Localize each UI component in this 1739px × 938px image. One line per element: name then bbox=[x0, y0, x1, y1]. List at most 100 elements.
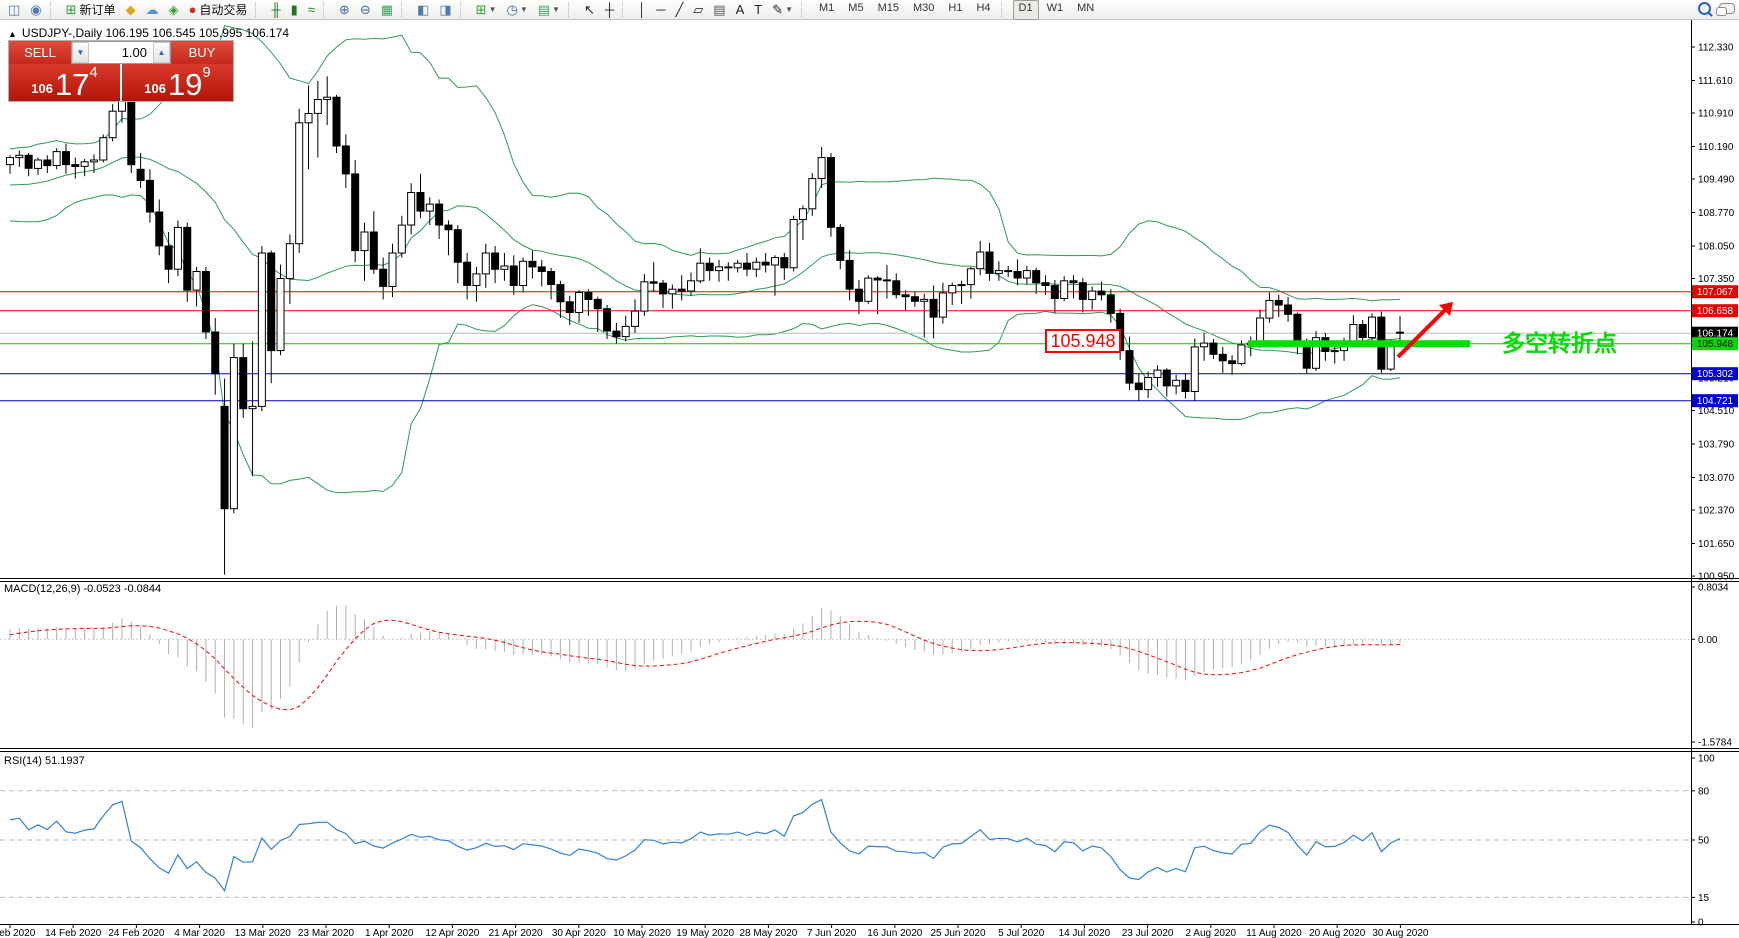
buy-price-base: 106 bbox=[144, 81, 166, 96]
arrows-button[interactable]: ✎ ▼ bbox=[768, 0, 797, 20]
cursor-icon[interactable]: ↖ bbox=[580, 0, 599, 20]
toolbar-separator bbox=[401, 2, 409, 17]
candle-body bbox=[1050, 285, 1059, 299]
signals-icon[interactable]: ◈ bbox=[165, 0, 183, 20]
date-scale[interactable]: 5 Feb 2020 14 Feb 2020 24 Feb 2020 4 Mar 20… bbox=[0, 924, 1429, 938]
add-indicator-button[interactable]: ⊞ ▼ bbox=[472, 0, 501, 20]
candle-body bbox=[323, 96, 332, 100]
bar-chart-icon[interactable]: ╫ bbox=[267, 0, 284, 20]
rsi-scale-label: 15 bbox=[1698, 893, 1710, 904]
timeframe-m30-button[interactable]: M30 bbox=[907, 0, 940, 20]
data-window-icon[interactable]: ◧ bbox=[413, 0, 433, 20]
text-icon[interactable]: A bbox=[732, 0, 749, 20]
autotrading-glyph: ● bbox=[188, 1, 197, 17]
vertical-line-icon[interactable]: │ bbox=[634, 0, 650, 20]
candle-body bbox=[1293, 313, 1302, 343]
timeframe-mn-button[interactable]: MN bbox=[1071, 0, 1100, 20]
equidistant-channel-icon-glyph: ▱ bbox=[693, 1, 704, 17]
price-tick-label: 102.370 bbox=[1698, 506, 1735, 517]
candle-body bbox=[612, 330, 621, 338]
price-badge-text: 105.302 bbox=[1697, 369, 1734, 380]
rsi-pane[interactable] bbox=[0, 790, 1691, 898]
fibonacci-icon[interactable]: ▤ bbox=[709, 0, 729, 20]
candle-body bbox=[976, 251, 985, 270]
periods-button[interactable]: ◷ ▼ bbox=[502, 0, 531, 20]
profiles-icon[interactable]: ◉ bbox=[26, 0, 45, 20]
community-icon[interactable]: ☁ bbox=[142, 0, 163, 20]
candle-body bbox=[276, 278, 285, 352]
collapse-triangle-icon[interactable]: ▲ bbox=[8, 29, 17, 39]
candle-body bbox=[1396, 331, 1405, 334]
crosshair-icon[interactable]: ┼ bbox=[601, 0, 618, 20]
chat-icon[interactable] bbox=[1716, 3, 1735, 16]
volume-up-button[interactable]: ▲ bbox=[153, 42, 170, 63]
candle-body bbox=[920, 298, 929, 302]
arrows-button-dropdown-icon[interactable]: ▼ bbox=[785, 2, 793, 18]
zoom-out-icon[interactable]: ⊖ bbox=[356, 0, 375, 20]
new-order-button-label: 新订单 bbox=[79, 2, 116, 17]
candle-body bbox=[575, 292, 584, 313]
search-icon[interactable] bbox=[1698, 2, 1711, 15]
timeframe-w1-button[interactable]: W1 bbox=[1041, 0, 1070, 20]
navigator-icon[interactable]: ◨ bbox=[435, 0, 455, 20]
chart-area[interactable]: 105.948 多空转折点 MACD(12,26,9) -0.0523 -0.084… bbox=[0, 0, 1739, 938]
green-turning-point-bar[interactable] bbox=[1248, 340, 1470, 348]
sell-price-button[interactable]: 106 17 4 bbox=[9, 64, 120, 101]
macd-label: MACD(12,26,9) -0.0523 -0.0844 bbox=[4, 583, 161, 595]
buy-price-button[interactable]: 106 19 9 bbox=[122, 64, 233, 101]
price-scale[interactable]: 112.330 111.610 110.910 110.190 109.490 108.7… bbox=[1691, 43, 1738, 929]
autotrading-button[interactable]: ● 自动交易 bbox=[185, 0, 252, 20]
timeframe-h4-button[interactable]: H4 bbox=[970, 0, 996, 20]
price-badge-text: 107.067 bbox=[1697, 287, 1734, 298]
periods-button-dropdown-icon[interactable]: ▼ bbox=[520, 2, 528, 18]
main-price-pane[interactable]: 105.948 多空转折点 bbox=[0, 24, 1691, 575]
candle-body bbox=[845, 259, 854, 290]
candle-body bbox=[388, 252, 397, 287]
date-tick-label: 5 Feb 2020 bbox=[0, 928, 36, 938]
timeframe-m15-button[interactable]: M15 bbox=[872, 0, 905, 20]
templates-button-dropdown-icon[interactable]: ▼ bbox=[552, 2, 560, 18]
date-tick-label: 10 May 2020 bbox=[613, 928, 671, 938]
line-chart-icon[interactable]: ≈ bbox=[304, 0, 319, 20]
timeframe-m5-button[interactable]: M5 bbox=[842, 0, 869, 20]
candle-body bbox=[780, 257, 789, 269]
text-label-icon[interactable]: T bbox=[750, 0, 766, 20]
templates-button[interactable]: ▤ ▼ bbox=[534, 0, 564, 20]
macd-scale-label: 0.8034 bbox=[1698, 583, 1729, 594]
candle-body bbox=[89, 159, 98, 163]
main-toolbar: ◫ ◉ ⊞ 新订单 ◆ ☁ ◈ ● 自动交易 ╫ ▮ ≈ ⊕ ⊖ ▦ ◧ ◨ ⊞ ▼ ◷ ▼ ▤ ▼ ↖ ┼ │ ─ ╱ ▱ ▤ A T ✎ ▼ M… bbox=[0, 0, 1739, 20]
candlestick-chart-icon[interactable]: ▮ bbox=[287, 0, 302, 20]
data-window-icon-glyph: ◧ bbox=[417, 1, 430, 17]
horizontal-line-icon[interactable]: ─ bbox=[652, 0, 669, 20]
metaeditor-icon[interactable]: ◆ bbox=[122, 0, 140, 20]
candle-body bbox=[948, 285, 957, 294]
tile-windows-icon[interactable]: ▦ bbox=[377, 0, 397, 20]
cursor-icon-glyph: ↖ bbox=[583, 1, 595, 17]
volume-down-button[interactable]: ▼ bbox=[72, 42, 89, 63]
trendline-icon[interactable]: ╱ bbox=[671, 0, 687, 20]
sell-button[interactable]: SELL bbox=[9, 41, 71, 64]
toolbar-separator bbox=[322, 2, 331, 17]
candle-body bbox=[80, 161, 89, 167]
zoom-in-icon[interactable]: ⊕ bbox=[335, 0, 354, 20]
candle-body bbox=[985, 251, 994, 274]
buy-button[interactable]: BUY bbox=[171, 41, 233, 64]
volume-group: ▼ 1.00 ▲ bbox=[71, 41, 171, 64]
macd-pane[interactable] bbox=[0, 605, 1691, 728]
timeframe-m1-button[interactable]: M1 bbox=[813, 0, 840, 20]
candle-body bbox=[71, 164, 80, 168]
candle-body bbox=[192, 271, 201, 291]
equidistant-channel-icon[interactable]: ▱ bbox=[689, 0, 707, 20]
candle-body bbox=[631, 310, 640, 327]
add-indicator-button-dropdown-icon[interactable]: ▼ bbox=[489, 2, 497, 18]
candle-body bbox=[1060, 280, 1069, 299]
new-chart-window-icon[interactable]: ◫ bbox=[4, 0, 24, 20]
red-up-arrow[interactable] bbox=[1396, 304, 1451, 359]
trendline-icon-glyph: ╱ bbox=[675, 1, 684, 17]
volume-input[interactable]: 1.00 bbox=[89, 42, 153, 63]
turning-point-annotation[interactable]: 多空转折点 bbox=[1502, 330, 1617, 356]
new-order-button[interactable]: ⊞ 新订单 bbox=[62, 0, 120, 20]
timeframe-d1-button[interactable]: D1 bbox=[1012, 0, 1039, 20]
date-tick-label: 5 Jul 2020 bbox=[998, 928, 1045, 938]
timeframe-h1-button[interactable]: H1 bbox=[942, 0, 968, 20]
